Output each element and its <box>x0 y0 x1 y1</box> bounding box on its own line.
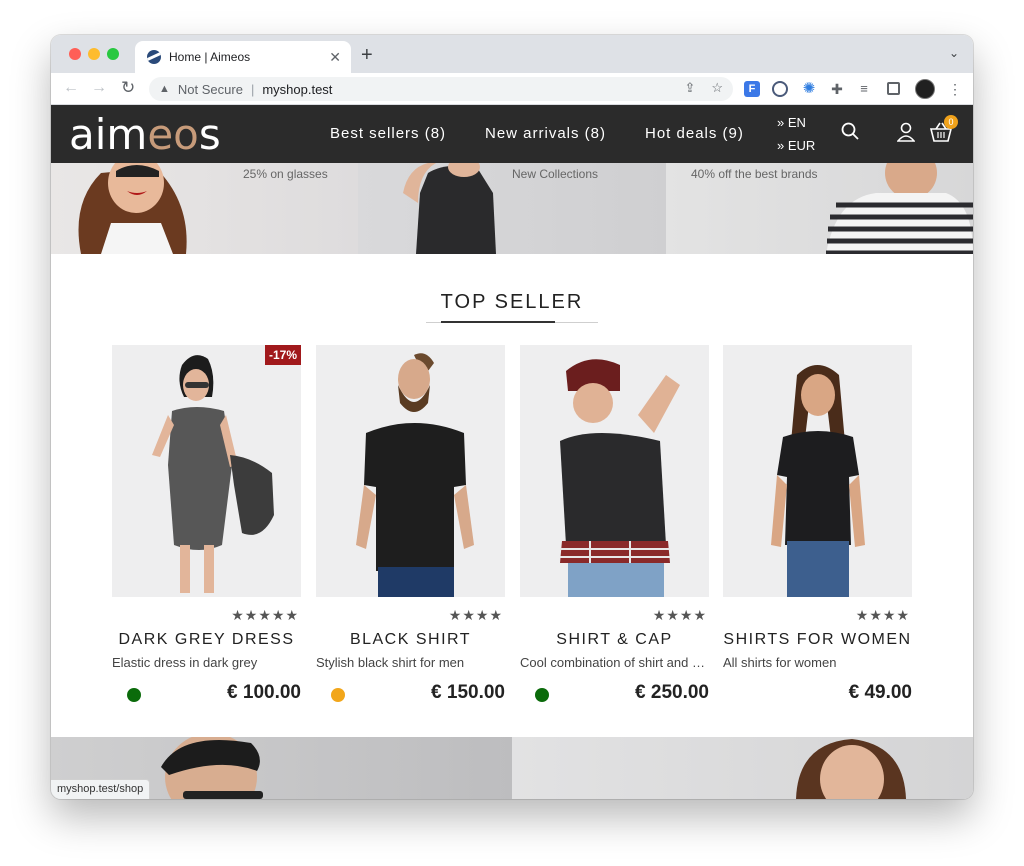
woman-portrait-image <box>796 739 906 799</box>
basket-count-badge: 0 <box>944 115 958 129</box>
url-text: myshop.test <box>262 81 333 97</box>
back-arrow-icon[interactable]: ← <box>63 79 79 97</box>
product-card[interactable]: ★★★★ SHIRTS FOR WOMEN All shirts for wom… <box>723 345 912 717</box>
nav-hot-deals[interactable]: Hot deals (9) <box>645 125 744 142</box>
currency-selector[interactable]: » EUR <box>777 138 815 153</box>
tab-close-icon[interactable]: ✕ <box>329 49 341 66</box>
tab-search-chevron-icon[interactable]: ⌄ <box>949 46 959 60</box>
dark-grey-dress-image <box>152 355 274 593</box>
hero-panel-accessories[interactable]: 25% on glasses <box>51 163 358 254</box>
address-bar[interactable]: ▲ Not Secure | myshop.test ⇪ ☆ <box>149 77 733 101</box>
section-title: TOP SELLER <box>440 291 584 313</box>
product-price: € 100.00 <box>227 682 301 703</box>
web-page: aimeos Best sellers (8) New arrivals (8)… <box>51 105 973 799</box>
hero-man-striped-shirt-image <box>826 163 973 254</box>
shirt-and-cap-image <box>560 359 680 597</box>
extension-circle-icon[interactable] <box>772 81 788 97</box>
product-image[interactable] <box>520 345 709 597</box>
product-image[interactable] <box>316 345 505 597</box>
side-panel-icon[interactable] <box>887 82 900 95</box>
hero-subtitle: New Collections <box>512 167 599 181</box>
bottom-banner-women[interactable] <box>512 737 973 799</box>
aimeos-logo[interactable]: aimeos <box>69 110 221 159</box>
address-separator: | <box>250 81 255 97</box>
product-description: Elastic dress in dark grey <box>112 655 258 670</box>
product-image[interactable] <box>723 345 912 597</box>
extension-translate-icon[interactable]: F <box>744 81 760 97</box>
product-image[interactable]: -17% <box>112 345 301 597</box>
browser-menu-icon[interactable]: ⋮ <box>947 81 963 97</box>
forward-arrow-icon[interactable]: → <box>91 79 107 97</box>
hero-subtitle: 25% on glasses <box>243 167 328 181</box>
product-card[interactable]: ★★★★ SHIRT & CAP Cool combination of shi… <box>520 345 709 717</box>
warning-icon: ▲ <box>159 83 170 95</box>
security-label: Not Secure <box>177 81 243 97</box>
black-shirt-image <box>356 353 474 597</box>
browser-window: Home | Aimeos ✕ + ⌄ ← → ↻ ▲ Not Secure |… <box>51 35 973 799</box>
tab-strip: Home | Aimeos ✕ + ⌄ <box>51 35 973 73</box>
rating-stars-icon: ★★★★★ <box>231 607 299 623</box>
profile-avatar[interactable] <box>915 79 935 99</box>
user-account-icon[interactable] <box>897 122 915 142</box>
product-name[interactable]: SHIRT & CAP <box>520 631 709 649</box>
status-bar-url: myshop.test/shop <box>51 779 151 799</box>
extensions-puzzle-icon[interactable]: ✚ <box>829 81 845 97</box>
product-card[interactable]: -17% ★★★★★ DARK GREY DRESS Elastic dress… <box>112 345 301 717</box>
hero-panel-men-trends[interactable]: 40% off the best brands <box>666 163 973 254</box>
title-underline-accent <box>441 321 555 323</box>
language-selector[interactable]: » EN <box>777 115 806 130</box>
stock-indicator <box>331 688 345 702</box>
site-header: aimeos Best sellers (8) New arrivals (8)… <box>51 105 973 163</box>
bookmark-star-icon[interactable]: ☆ <box>711 80 723 96</box>
product-description: Cool combination of shirt and cap <box>520 655 709 670</box>
browser-toolbar: ← → ↻ ▲ Not Secure | myshop.test ⇪ ☆ F ✺… <box>51 73 973 105</box>
shirts-for-women-image <box>771 365 865 597</box>
rating-stars-icon: ★★★★ <box>652 607 707 623</box>
product-description: Stylish black shirt for men <box>316 655 465 670</box>
reading-list-icon[interactable]: ≡ <box>856 81 872 97</box>
hero-woman-image <box>78 163 187 254</box>
rating-stars-icon: ★★★★ <box>855 607 910 623</box>
nav-best-sellers[interactable]: Best sellers (8) <box>330 125 446 142</box>
product-price: € 250.00 <box>635 682 709 703</box>
product-name[interactable]: DARK GREY DRESS <box>112 631 301 649</box>
discount-badge: -17% <box>264 345 301 365</box>
hero-panel-womens-clothing[interactable]: New Collections <box>358 163 666 254</box>
aimeos-favicon-icon <box>147 50 161 64</box>
share-icon[interactable]: ⇪ <box>684 80 695 96</box>
tab-title: Home | Aimeos <box>169 50 251 64</box>
browser-tab[interactable]: Home | Aimeos ✕ <box>135 41 351 73</box>
close-window-button[interactable] <box>69 48 81 60</box>
product-price: € 49.00 <box>848 682 912 703</box>
hero-banner: 25% on glasses New Collections 40% off t… <box>51 163 973 254</box>
hero-subtitle: 40% off the best brands <box>691 167 818 181</box>
product-card[interactable]: ★★★★ BLACK SHIRT Stylish black shirt for… <box>316 345 505 717</box>
new-tab-button[interactable]: + <box>361 44 373 67</box>
extension-snowflake-icon[interactable]: ✺ <box>801 81 817 97</box>
rating-stars-icon: ★★★★ <box>448 607 503 623</box>
hero-woman-black-shirt-image <box>403 163 496 254</box>
minimize-window-button[interactable] <box>88 48 100 60</box>
product-price: € 150.00 <box>431 682 505 703</box>
product-description: All shirts for women <box>723 655 837 670</box>
product-name[interactable]: BLACK SHIRT <box>316 631 505 649</box>
stock-indicator <box>127 688 141 702</box>
stock-indicator <box>535 688 549 702</box>
search-icon[interactable] <box>841 122 859 140</box>
reload-icon[interactable]: ↻ <box>121 78 135 98</box>
product-name[interactable]: SHIRTS FOR WOMEN <box>723 631 912 649</box>
nav-new-arrivals[interactable]: New arrivals (8) <box>485 125 606 142</box>
maximize-window-button[interactable] <box>107 48 119 60</box>
bottom-banner <box>51 733 973 799</box>
address-actions: ⇪ ☆ <box>684 80 723 96</box>
